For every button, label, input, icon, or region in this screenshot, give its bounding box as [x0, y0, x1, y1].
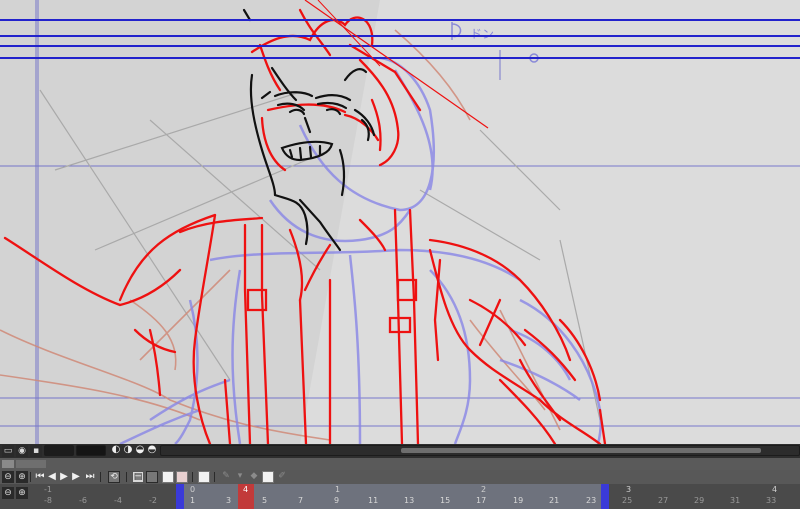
ruler-top-label: 0: [190, 485, 196, 494]
ruler-bottom-label: -6: [79, 496, 87, 505]
ruler-bottom-label: -8: [44, 496, 52, 505]
ruler-bottom-label: 31: [730, 496, 741, 505]
timeline-panel: ▭ ◉ ▪ ◐ ◑ ◒ ◓ ⊖ ⊕ ⏮ ◀ ▶ ▶ ⏭ ⟲ ▤ ✎ ▾ ◆ ✐ …: [0, 444, 800, 509]
ruler-bottom-label: 25: [622, 496, 633, 505]
ruler-bottom-label: 15: [440, 496, 451, 505]
timeline-scroll-row: ▭ ◉ ▪ ◐ ◑ ◒ ◓: [0, 444, 800, 459]
layer-track[interactable]: [16, 460, 46, 468]
scroll-thumb[interactable]: [401, 448, 761, 453]
ruler-top-label: 4: [772, 485, 778, 494]
light-table-icon[interactable]: [146, 471, 158, 483]
animation-app: ドン ▭ ◉ ▪ ◐ ◑ ◒ ◓ ⊖ ⊕ ⏮ ◀ ▶ ▶ ⏭ ⟲ ▤ ✎ ▾ ◆…: [0, 0, 800, 509]
color-circle-icon[interactable]: ◐: [110, 444, 122, 456]
ruler-top-label: 3: [626, 485, 632, 494]
ruler-bottom-label: 21: [549, 496, 560, 505]
eraser-icon[interactable]: [262, 471, 274, 483]
brush-icon[interactable]: ✐: [276, 471, 288, 483]
mask-icon[interactable]: ▾: [234, 471, 246, 483]
current-frame-indicator[interactable]: 4: [238, 484, 254, 509]
layer-icon[interactable]: ▭: [2, 445, 14, 457]
onion-skin-icon[interactable]: ▤: [132, 471, 144, 483]
timeline-scrollbar[interactable]: [160, 445, 800, 456]
ruler-bottom-label: 11: [368, 496, 379, 505]
timeline-controls: ⊖ ⊕ ⏮ ◀ ▶ ▶ ⏭ ⟲ ▤ ✎ ▾ ◆ ✐: [0, 470, 800, 484]
ruler-top-label: 1: [335, 485, 341, 494]
ruler-bottom-label: 27: [658, 496, 669, 505]
canvas-artwork[interactable]: ドン: [0, 0, 800, 444]
ruler-bottom-label: 19: [513, 496, 524, 505]
goto-last-icon[interactable]: ⏭: [84, 471, 96, 483]
ruler-bottom-label: 29: [694, 496, 705, 505]
blend-slider[interactable]: [76, 445, 106, 456]
layer-thumbnail[interactable]: [2, 460, 14, 468]
annotation-text: ドン: [470, 27, 494, 41]
ruler-bottom-label: 33: [766, 496, 777, 505]
ruler-bottom-label: 9: [334, 496, 340, 505]
zoom-out-icon[interactable]: ⊖: [2, 471, 14, 483]
cel-icon[interactable]: [162, 471, 174, 483]
ruler-top-label: 2: [481, 485, 487, 494]
ruler-bottom-label: 13: [404, 496, 415, 505]
pen-icon[interactable]: ✎: [220, 471, 232, 483]
ruler-bottom-label: 1: [190, 496, 196, 505]
layer-mask-icon[interactable]: ◓: [146, 444, 158, 456]
ruler-bottom-label: -4: [114, 496, 122, 505]
drawing-canvas[interactable]: ドン: [0, 0, 800, 444]
ruler-bottom-label: 17: [476, 496, 487, 505]
visibility-icon[interactable]: ◉: [16, 445, 28, 457]
current-frame-label: 4: [243, 485, 249, 494]
goto-first-icon[interactable]: ⏮: [34, 471, 46, 483]
ruler-bottom-label: 23: [586, 496, 597, 505]
ruler-top-label: -1: [44, 485, 52, 494]
opacity-slider[interactable]: [44, 445, 74, 456]
ruler-bottom-label: 3: [226, 496, 232, 505]
range-start-marker[interactable]: [176, 484, 184, 509]
zoom-out-timeline-icon[interactable]: ⊖: [2, 487, 14, 499]
zoom-in-icon[interactable]: ⊕: [16, 471, 28, 483]
frame-ruler[interactable]: ⊖ ⊕ 4 -1 0 1 2 3 4 -8 -6 -4 -2 1 3 5 7 9…: [0, 484, 800, 509]
palette-circle-icon[interactable]: ◑: [122, 444, 134, 456]
play-icon[interactable]: ▶: [58, 471, 70, 483]
step-back-icon[interactable]: ◀: [46, 471, 58, 483]
layer-color-icon[interactable]: ◒: [134, 444, 146, 456]
step-forward-icon[interactable]: ▶: [70, 471, 82, 483]
loop-icon[interactable]: ⟲: [108, 471, 120, 483]
zoom-in-timeline-icon[interactable]: ⊕: [16, 487, 28, 499]
lock-icon[interactable]: ▪: [30, 445, 42, 457]
ruler-bottom-label: 7: [298, 496, 304, 505]
new-cel-icon[interactable]: [198, 471, 210, 483]
diamond-icon[interactable]: ◆: [248, 471, 260, 483]
frame-settings-icon[interactable]: [176, 471, 188, 483]
ruler-bottom-label: 5: [262, 496, 268, 505]
ruler-bottom-label: -2: [149, 496, 157, 505]
range-end-marker[interactable]: [601, 484, 609, 509]
